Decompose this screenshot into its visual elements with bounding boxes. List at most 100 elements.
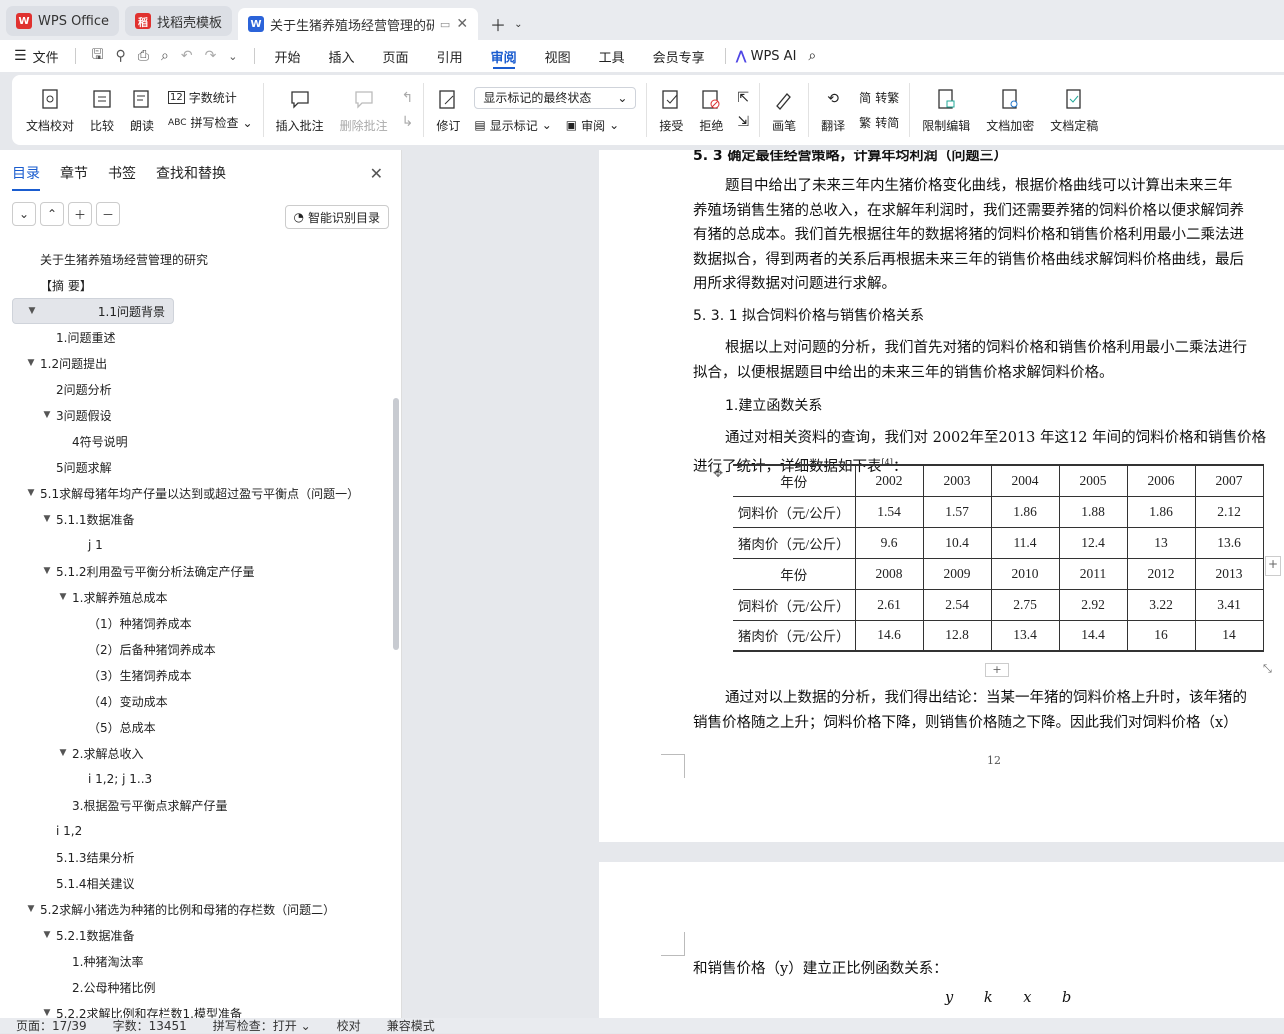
expand-arrow-icon[interactable]: ▼: [56, 592, 70, 602]
menu-member[interactable]: 会员专享: [639, 40, 719, 72]
expand-arrow-icon[interactable]: ▼: [56, 748, 70, 758]
toc-item[interactable]: 2问题分析: [12, 376, 390, 402]
toc-item[interactable]: j 1: [12, 532, 390, 558]
tab-chapters[interactable]: 章节: [60, 163, 88, 183]
toc-item[interactable]: 5.1.3结果分析: [12, 844, 390, 870]
table-cell[interactable]: 14.4: [1058, 619, 1128, 652]
table-cell[interactable]: 2.75: [990, 588, 1060, 621]
table-cell[interactable]: 1.54: [854, 495, 924, 528]
toc-item[interactable]: ▼ 1.1问题背景: [12, 298, 174, 324]
table-cell[interactable]: 2011: [1058, 557, 1128, 590]
resize-table-icon[interactable]: ⤡: [1263, 662, 1272, 676]
table-cell[interactable]: 1.57: [922, 495, 992, 528]
reject-button[interactable]: 拒绝: [691, 79, 731, 141]
remove-level-icon[interactable]: －: [96, 202, 120, 226]
toc-item[interactable]: ▼ 5.1.1数据准备: [12, 506, 390, 532]
table-row-header[interactable]: 年份: [733, 557, 856, 590]
expand-arrow-icon[interactable]: ▼: [24, 904, 38, 914]
menu-start[interactable]: 开始: [261, 40, 315, 72]
table-cell[interactable]: 11.4: [990, 526, 1060, 559]
toc-item[interactable]: ▼ 5.2.2求解比例和存栏数1.模型准备: [12, 1000, 390, 1019]
table-cell[interactable]: 1.86: [990, 495, 1060, 528]
table-cell[interactable]: 1.86: [1126, 495, 1196, 528]
table-cell[interactable]: 14.6: [854, 619, 924, 652]
share-icon[interactable]: ⚲: [116, 48, 126, 64]
wps-ai-button[interactable]: WPS AI: [751, 49, 797, 64]
print-preview-icon[interactable]: ⌕: [161, 48, 169, 64]
table-cell[interactable]: 13.6: [1194, 526, 1264, 559]
table-cell[interactable]: 2009: [922, 557, 992, 590]
spell-check-button[interactable]: ABC 拼写检查 ⌄: [168, 114, 253, 131]
table-row-header[interactable]: 年份: [733, 464, 856, 497]
table-cell[interactable]: 3.41: [1194, 588, 1264, 621]
table-cell[interactable]: 10.4: [922, 526, 992, 559]
table-cell[interactable]: 2.54: [922, 588, 992, 621]
new-tab-icon[interactable]: ＋: [490, 12, 506, 36]
markup-mode-select[interactable]: 显示标记的最终状态 ⌄: [474, 86, 637, 109]
delete-comment-button[interactable]: 删除批注: [332, 79, 396, 141]
word-count-button[interactable]: 12 字数统计: [168, 89, 253, 106]
more-chevron-icon[interactable]: ⌄: [228, 50, 237, 63]
table-row-header[interactable]: 猪肉价（元/公斤）: [733, 526, 856, 559]
expand-arrow-icon[interactable]: ▼: [24, 488, 38, 498]
menu-view[interactable]: 视图: [531, 40, 585, 72]
file-menu[interactable]: 文件: [33, 47, 59, 66]
toc-item[interactable]: ▼ 5.1.2利用盈亏平衡分析法确定产仔量: [12, 558, 390, 584]
expand-arrow-icon[interactable]: ▼: [40, 514, 54, 524]
toc-item[interactable]: 4符号说明: [12, 428, 390, 454]
toc-item[interactable]: 1.种猪淘汰率: [12, 948, 390, 974]
finalize-button[interactable]: 文档定稿: [1042, 79, 1106, 141]
table-cell[interactable]: 2.12: [1194, 495, 1264, 528]
tab-toc[interactable]: 目录: [12, 163, 40, 191]
table-cell[interactable]: 2003: [922, 464, 992, 497]
redo-icon[interactable]: ↷: [205, 48, 217, 64]
expand-arrow-icon[interactable]: ▼: [40, 410, 54, 420]
table-cell[interactable]: 12.4: [1058, 526, 1128, 559]
expand-up-icon[interactable]: ⌃: [40, 202, 64, 226]
collapse-all-icon[interactable]: ⌄: [12, 202, 36, 226]
menu-reference[interactable]: 引用: [423, 40, 477, 72]
toc-item[interactable]: （2）后备种猪饲养成本: [12, 636, 390, 662]
toc-item[interactable]: （4）变动成本: [12, 688, 390, 714]
prev-change-icon[interactable]: ⇱: [737, 90, 749, 106]
toc-item[interactable]: i 1,2; j 1..3: [12, 766, 390, 792]
table-cell[interactable]: 16: [1126, 619, 1196, 652]
menu-review[interactable]: 审阅: [477, 40, 531, 72]
table-cell[interactable]: 13: [1126, 526, 1196, 559]
toc-item[interactable]: ▼ 2.求解总收入: [12, 740, 390, 766]
toc-item[interactable]: 【摘 要】: [12, 272, 390, 298]
toc-item[interactable]: 5.1.4相关建议: [12, 870, 390, 896]
table-cell[interactable]: 3.22: [1126, 588, 1196, 621]
page-indicator[interactable]: 页面：17/39: [16, 1017, 87, 1034]
table-cell[interactable]: 2004: [990, 464, 1060, 497]
to-traditional-button[interactable]: 简转繁: [859, 89, 899, 106]
table-cell[interactable]: 2005: [1058, 464, 1128, 497]
toc-scrollbar[interactable]: [393, 398, 399, 650]
toc-item[interactable]: 3.根据盈亏平衡点求解产仔量: [12, 792, 390, 818]
toc-item[interactable]: ▼ 5.2.1数据准备: [12, 922, 390, 948]
table-cell[interactable]: 2006: [1126, 464, 1196, 497]
to-simplified-button[interactable]: 繁转简: [859, 114, 899, 131]
toc-item[interactable]: ▼ 1.求解养殖总成本: [12, 584, 390, 610]
toc-item[interactable]: 5问题求解: [12, 454, 390, 480]
next-comment-icon[interactable]: ↳: [402, 114, 414, 130]
expand-arrow-icon[interactable]: ▼: [40, 930, 54, 940]
toc-item[interactable]: （3）生猪饲养成本: [12, 662, 390, 688]
table-row-header[interactable]: 饲料价（元/公斤）: [733, 588, 856, 621]
proofread-indicator[interactable]: 校对: [337, 1017, 361, 1034]
restrict-edit-button[interactable]: 限制编辑: [914, 79, 978, 141]
smart-toc-button[interactable]: ◔ 智能识别目录: [284, 205, 389, 229]
table-cell[interactable]: 2.92: [1058, 588, 1128, 621]
toc-item[interactable]: i 1,2: [12, 818, 390, 844]
table-move-handle-icon[interactable]: ✥: [713, 466, 723, 480]
toc-item[interactable]: 2.公母种猪比例: [12, 974, 390, 1000]
table-cell[interactable]: 13.4: [990, 619, 1060, 652]
table-cell[interactable]: 2012: [1126, 557, 1196, 590]
prev-comment-icon[interactable]: ↰: [402, 90, 414, 106]
save-icon[interactable]: 🖫: [92, 44, 104, 68]
table-cell[interactable]: 2002: [854, 464, 924, 497]
doc-check-button[interactable]: 文档校对: [18, 79, 82, 141]
print-icon[interactable]: ⎙: [138, 48, 149, 64]
tab-wps-office[interactable]: W WPS Office: [6, 6, 120, 36]
add-row-icon[interactable]: +: [985, 663, 1009, 677]
